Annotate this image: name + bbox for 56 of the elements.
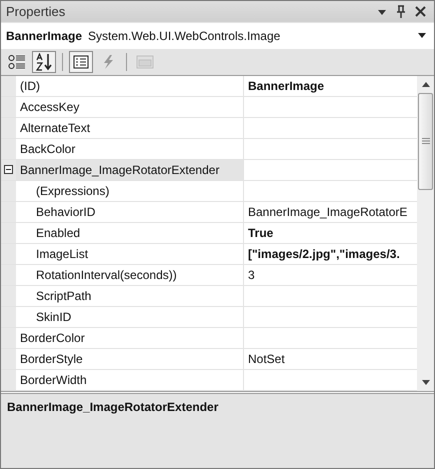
property-name: AlternateText — [20, 120, 90, 135]
property-row[interactable]: Enabled True — [1, 222, 417, 244]
property-value: NotSet — [248, 352, 285, 366]
property-name: (ID) — [20, 78, 40, 93]
property-name: SkinID — [36, 310, 72, 324]
object-name: BannerImage — [6, 28, 82, 43]
list-icon — [73, 55, 89, 70]
scrollbar[interactable] — [417, 76, 434, 391]
property-row[interactable]: ScriptPath — [1, 286, 417, 307]
property-name: Enabled — [36, 226, 80, 240]
property-name: BannerImage_ImageRotatorExtender — [20, 162, 220, 177]
property-row[interactable]: BorderWidth — [1, 370, 417, 391]
scroll-down-icon[interactable] — [422, 380, 430, 385]
property-row[interactable]: AccessKey — [1, 96, 417, 118]
property-value: 3 — [248, 268, 255, 282]
property-name: ImageList — [36, 246, 88, 261]
property-name: (Expressions) — [36, 184, 110, 198]
description-title: BannerImage_ImageRotatorExtender — [7, 400, 218, 414]
property-name: RotationInterval(seconds)) — [36, 268, 177, 282]
property-row[interactable]: AlternateText — [1, 118, 417, 139]
property-row[interactable]: ImageList ["images/2.jpg","images/3. — [1, 244, 417, 265]
property-value: True — [248, 226, 274, 240]
property-row[interactable]: BorderColor — [1, 328, 417, 349]
property-row[interactable]: RotationInterval(seconds)) 3 — [1, 264, 417, 286]
property-row[interactable]: BorderStyle NotSet — [1, 348, 417, 370]
property-name: BorderStyle — [20, 352, 83, 366]
property-name: BorderWidth — [20, 372, 87, 387]
alphabetical-button[interactable] — [32, 51, 56, 74]
properties-button[interactable] — [69, 51, 93, 74]
property-value: BannerImage_ImageRotatorE — [248, 204, 408, 219]
pin-icon[interactable] — [396, 5, 406, 18]
property-name: BackColor — [20, 142, 76, 156]
property-name: AccessKey — [20, 100, 80, 114]
scroll-thumb[interactable] — [418, 92, 433, 190]
property-row[interactable]: (Expressions) — [1, 180, 417, 202]
property-value: ["images/2.jpg","images/3. — [248, 246, 400, 261]
lightning-icon — [101, 54, 115, 70]
categorized-list-icon — [8, 54, 26, 70]
property-row[interactable]: SkinID — [1, 306, 417, 328]
collapse-icon[interactable] — [4, 165, 13, 174]
property-name: BorderColor — [20, 330, 85, 345]
property-row[interactable]: (ID) BannerImage — [1, 76, 417, 97]
caret-icon — [418, 33, 426, 38]
sort-alphabetical-icon — [35, 53, 53, 72]
close-icon[interactable] — [415, 6, 426, 18]
window-title: Properties — [6, 4, 66, 20]
object-selector[interactable]: BannerImage System.Web.UI.WebControls.Image — [1, 23, 434, 49]
object-type: System.Web.UI.WebControls.Image — [88, 28, 282, 43]
property-value: BannerImage — [248, 78, 324, 93]
grip-icon — [422, 138, 430, 144]
dropdown-arrow-icon[interactable] — [377, 8, 387, 16]
scroll-up-icon[interactable] — [422, 82, 430, 87]
window-icon — [136, 55, 154, 70]
property-name: BehaviorID — [36, 204, 96, 219]
property-name: ScriptPath — [36, 288, 92, 303]
property-row[interactable]: BehaviorID BannerImage_ImageRotatorE — [1, 202, 417, 223]
